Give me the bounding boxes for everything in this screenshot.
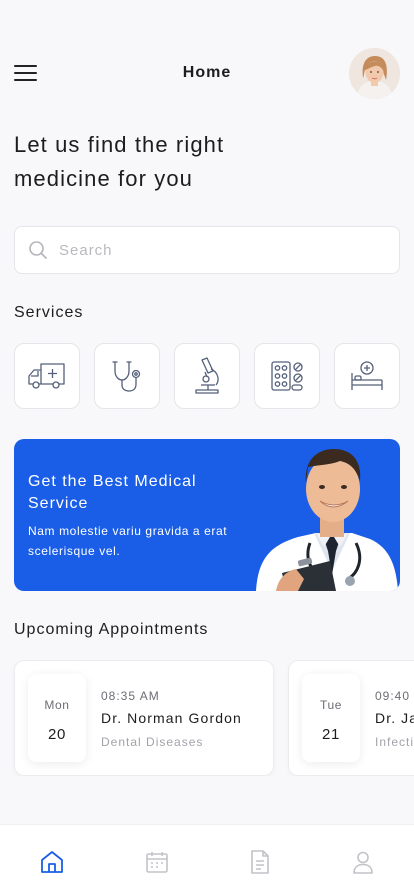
appointment-day: Tue [319, 698, 343, 712]
appointment-date: Tue 21 [302, 674, 360, 762]
tab-documents[interactable] [247, 849, 273, 875]
banner-text: Nam molestie variu gravida a erat sceler… [28, 524, 228, 558]
stethoscope-icon [112, 361, 141, 392]
services-title: Services [14, 304, 84, 321]
appointment-time: 09:40 [375, 689, 411, 703]
appointments-list: Mon 20 08:35 AM Dr. Norman Gordon Dental… [0, 660, 414, 776]
bottom-tab-bar [0, 824, 414, 896]
doctor-illustration [256, 449, 398, 591]
document-icon [251, 850, 269, 874]
tab-profile[interactable] [350, 849, 376, 875]
appointments-title: Upcoming Appointments [14, 621, 209, 638]
headline: Let us find the right medicine for you [14, 128, 334, 196]
appointment-time: 08:35 AM [101, 689, 160, 703]
search-bar[interactable] [14, 226, 400, 274]
appointment-specialty: Infecti [375, 735, 414, 749]
appointment-date-number: 21 [322, 726, 340, 743]
service-ambulance[interactable] [14, 343, 80, 409]
appointment-doctor: Dr. Ja [375, 710, 414, 726]
tab-calendar[interactable] [144, 849, 170, 875]
banner-title: Get the Best Medical Service [28, 473, 197, 512]
avatar[interactable] [349, 48, 400, 99]
appointment-day: Mon [44, 698, 70, 712]
ambulance-icon [28, 363, 65, 389]
appointment-doctor: Dr. Norman Gordon [101, 710, 242, 726]
appointment-date-number: 20 [48, 726, 66, 743]
hospital-bed-icon [351, 361, 383, 390]
profile-icon [353, 851, 373, 874]
appointment-card[interactable]: Tue 21 09:40 Dr. Ja Infecti [288, 660, 414, 776]
search-input[interactable] [59, 227, 379, 273]
service-pills[interactable] [254, 343, 320, 409]
headline-line-1: Let us find the right [14, 132, 225, 157]
services-row [14, 343, 400, 409]
service-microscope[interactable] [174, 343, 240, 409]
search-icon [29, 241, 47, 259]
tab-home[interactable] [39, 849, 65, 875]
header: Home [0, 44, 414, 104]
microscope-icon [195, 357, 219, 394]
home-icon [41, 851, 63, 873]
headline-line-2: medicine for you [14, 166, 194, 191]
appointment-date: Mon 20 [28, 674, 86, 762]
calendar-icon [146, 852, 168, 873]
pills-icon [271, 361, 303, 391]
service-hospital-bed[interactable] [334, 343, 400, 409]
promo-banner[interactable]: Get the Best Medical Service Nam molesti… [14, 439, 400, 591]
appointment-specialty: Dental Diseases [101, 735, 204, 749]
service-stethoscope[interactable] [94, 343, 160, 409]
appointment-card[interactable]: Mon 20 08:35 AM Dr. Norman Gordon Dental… [14, 660, 274, 776]
